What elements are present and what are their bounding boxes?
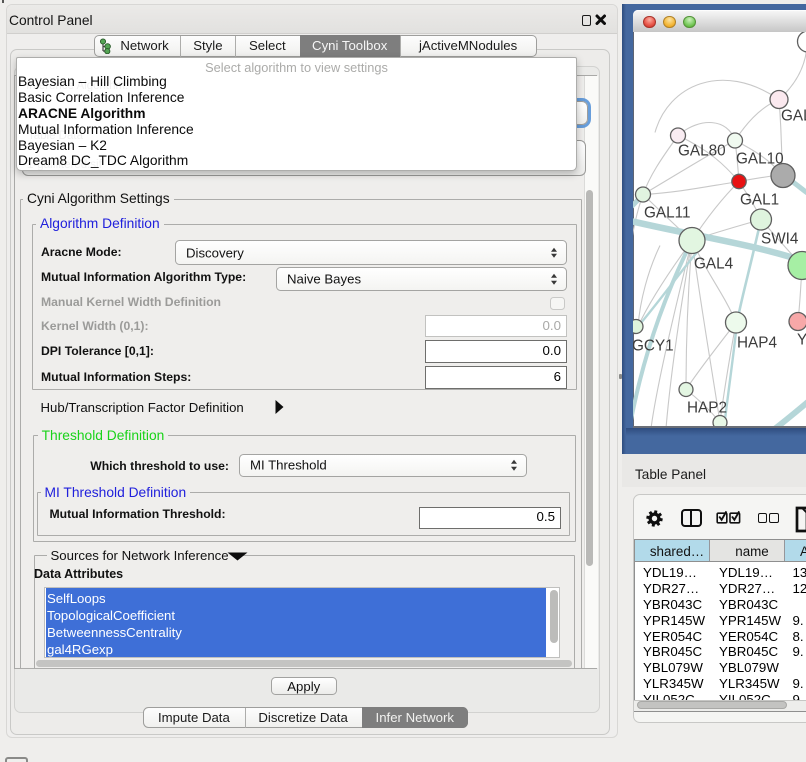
svg-text:GAL10: GAL10 (736, 150, 784, 167)
svg-text:HAP2: HAP2 (687, 399, 727, 416)
svg-text:SWI4: SWI4 (761, 230, 799, 247)
svg-text:GAL80: GAL80 (678, 142, 726, 159)
svg-text:GAL4: GAL4 (694, 255, 734, 272)
svg-text:Y: Y (797, 331, 806, 348)
svg-text:GAL11: GAL11 (644, 204, 691, 221)
svg-text:GAL1: GAL1 (740, 191, 779, 208)
svg-text:GCY1: GCY1 (633, 337, 674, 354)
svg-text:HAP4: HAP4 (737, 334, 777, 351)
svg-text:GAL: GAL (781, 107, 806, 124)
